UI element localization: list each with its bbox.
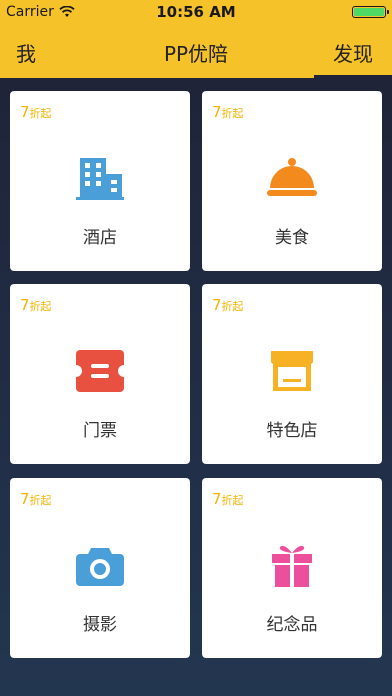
category-label: 摄影 xyxy=(83,615,117,635)
discount-text: 折起 xyxy=(29,300,52,313)
discount-number: 7 xyxy=(20,103,30,121)
discount-badge: 7折起 xyxy=(212,296,244,314)
discount-badge: 7折起 xyxy=(212,490,244,508)
discount-text: 折起 xyxy=(221,494,244,507)
discount-text: 折起 xyxy=(221,300,244,313)
hotel-icon xyxy=(76,158,124,200)
nav-bar: 我 PP优陪 发现 xyxy=(0,24,392,78)
discount-number: 7 xyxy=(212,296,222,314)
discount-badge: 7折起 xyxy=(20,296,52,314)
discount-number: 7 xyxy=(20,296,30,314)
discount-badge: 7折起 xyxy=(20,490,52,508)
category-card-photography[interactable]: 7折起 摄影 xyxy=(10,478,190,658)
category-label: 特色店 xyxy=(266,421,318,441)
category-card-hotel[interactable]: 7折起 酒店 xyxy=(10,91,190,271)
discount-number: 7 xyxy=(212,490,222,508)
category-label: 门票 xyxy=(83,421,117,441)
discount-text: 折起 xyxy=(29,494,52,507)
discover-tab-button[interactable]: 发现 xyxy=(314,38,392,67)
battery-icon xyxy=(352,6,389,18)
discount-badge: 7折起 xyxy=(20,103,52,121)
discount-badge: 7折起 xyxy=(212,103,244,121)
discount-text: 折起 xyxy=(29,107,52,120)
discount-text: 折起 xyxy=(221,107,244,120)
store-icon xyxy=(271,351,313,391)
category-label: 酒店 xyxy=(83,228,117,248)
category-card-food[interactable]: 7折起 美食 xyxy=(202,91,382,271)
status-time: 10:56 AM xyxy=(156,3,236,21)
food-cloche-icon xyxy=(267,158,317,196)
gift-icon xyxy=(272,545,312,587)
category-card-store[interactable]: 7折起 特色店 xyxy=(202,284,382,464)
discount-number: 7 xyxy=(20,490,30,508)
category-label: 纪念品 xyxy=(266,615,318,635)
status-bar: Carrier 10:56 AM xyxy=(0,0,392,24)
category-label: 美食 xyxy=(275,228,309,248)
ticket-icon xyxy=(76,350,124,392)
category-card-souvenir[interactable]: 7折起 纪念品 xyxy=(202,478,382,658)
discover-content: 7折起 酒店 7折起 美食 7折起 门票 7折起 特色店 7折起 摄影 7折起 … xyxy=(0,78,392,696)
category-grid: 7折起 酒店 7折起 美食 7折起 门票 7折起 特色店 7折起 摄影 7折起 … xyxy=(0,78,392,696)
category-card-ticket[interactable]: 7折起 门票 xyxy=(10,284,190,464)
camera-icon xyxy=(76,548,124,586)
discount-number: 7 xyxy=(212,103,222,121)
